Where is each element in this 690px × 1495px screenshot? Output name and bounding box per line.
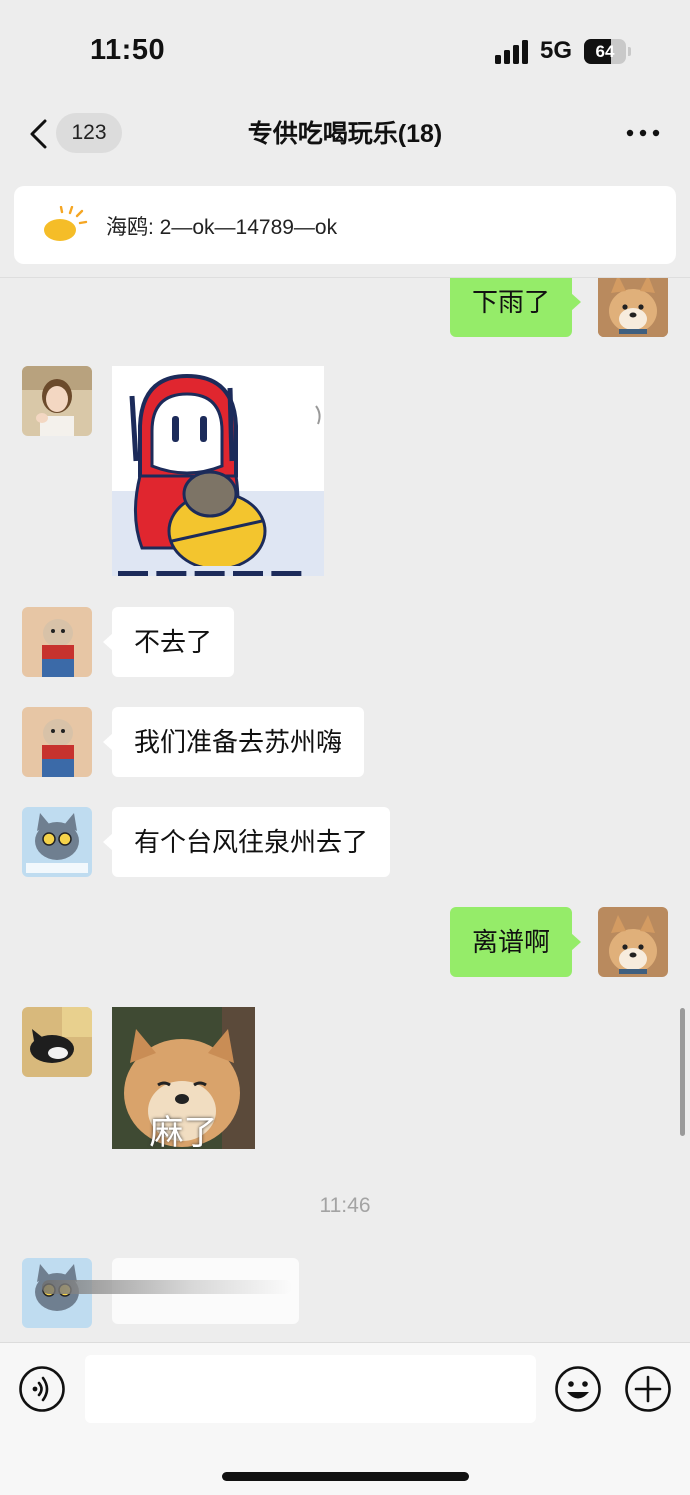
message-list[interactable]: 下雨了 ▬ ▬ ▬ ▬ ▬ 不去了 我们准备去苏州嗨 有个台风往泉州去了 离谱啊… bbox=[0, 278, 690, 1342]
status-time: 11:50 bbox=[90, 34, 166, 66]
pinned-message[interactable]: 海鸥: 2—ok—14789—ok bbox=[14, 186, 676, 264]
shiba-avatar[interactable] bbox=[598, 907, 668, 977]
battery-cap bbox=[628, 47, 631, 56]
status-bar: 11:50 5G 64 bbox=[0, 0, 690, 100]
dog-sticker[interactable]: 麻了 bbox=[112, 1007, 255, 1149]
blur-overlay bbox=[42, 1280, 292, 1294]
sun-icon bbox=[44, 206, 88, 241]
message-timestamp: 11:46 bbox=[319, 1194, 371, 1217]
sticker-caption: 麻了 bbox=[149, 1114, 218, 1149]
back-arrow-icon[interactable] bbox=[28, 119, 50, 149]
scroll-indicator[interactable] bbox=[680, 1008, 685, 1136]
dressed-cat-avatar[interactable] bbox=[22, 707, 92, 777]
voice-icon[interactable] bbox=[18, 1365, 66, 1413]
red-hood-cartoon-sticker[interactable]: ▬ ▬ ▬ ▬ ▬ bbox=[112, 366, 324, 576]
home-indicator[interactable] bbox=[222, 1472, 469, 1481]
battery-level: 64 bbox=[595, 42, 615, 61]
blurred-message bbox=[42, 1258, 299, 1324]
tuxedo-cat-avatar[interactable] bbox=[22, 1007, 92, 1077]
more-options-icon[interactable] bbox=[622, 122, 664, 144]
gray-cat-avatar[interactable] bbox=[22, 807, 92, 877]
chat-title: 专供吃喝玩乐(18) bbox=[247, 120, 443, 148]
girl-avatar[interactable] bbox=[22, 366, 92, 436]
unread-count-badge[interactable]: 123 bbox=[56, 113, 122, 153]
message-bubble-other[interactable]: 我们准备去苏州嗨 bbox=[102, 707, 365, 777]
battery-icon: 64 bbox=[584, 39, 626, 64]
plus-icon[interactable] bbox=[624, 1365, 672, 1413]
dressed-cat-avatar[interactable] bbox=[22, 607, 92, 677]
message-bubble-self[interactable]: 下雨了 bbox=[450, 278, 582, 337]
emoji-icon[interactable] bbox=[554, 1365, 602, 1413]
shiba-avatar[interactable] bbox=[598, 278, 668, 337]
chat-header: 123 专供吃喝玩乐(18) bbox=[0, 100, 690, 170]
network-type: 5G bbox=[540, 37, 573, 64]
svg-text:▬ ▬ ▬ ▬ ▬: ▬ ▬ ▬ ▬ ▬ bbox=[118, 554, 301, 576]
cellular-signal-icon bbox=[495, 40, 531, 64]
message-bubble-self[interactable]: 离谱啊 bbox=[450, 907, 582, 977]
pinned-message-text: 海鸥: 2—ok—14789—ok bbox=[106, 216, 338, 239]
message-bubble-other[interactable]: 不去了 bbox=[102, 607, 235, 677]
message-input[interactable] bbox=[85, 1355, 536, 1423]
message-bubble-other[interactable]: 有个台风往泉州去了 bbox=[102, 807, 391, 877]
